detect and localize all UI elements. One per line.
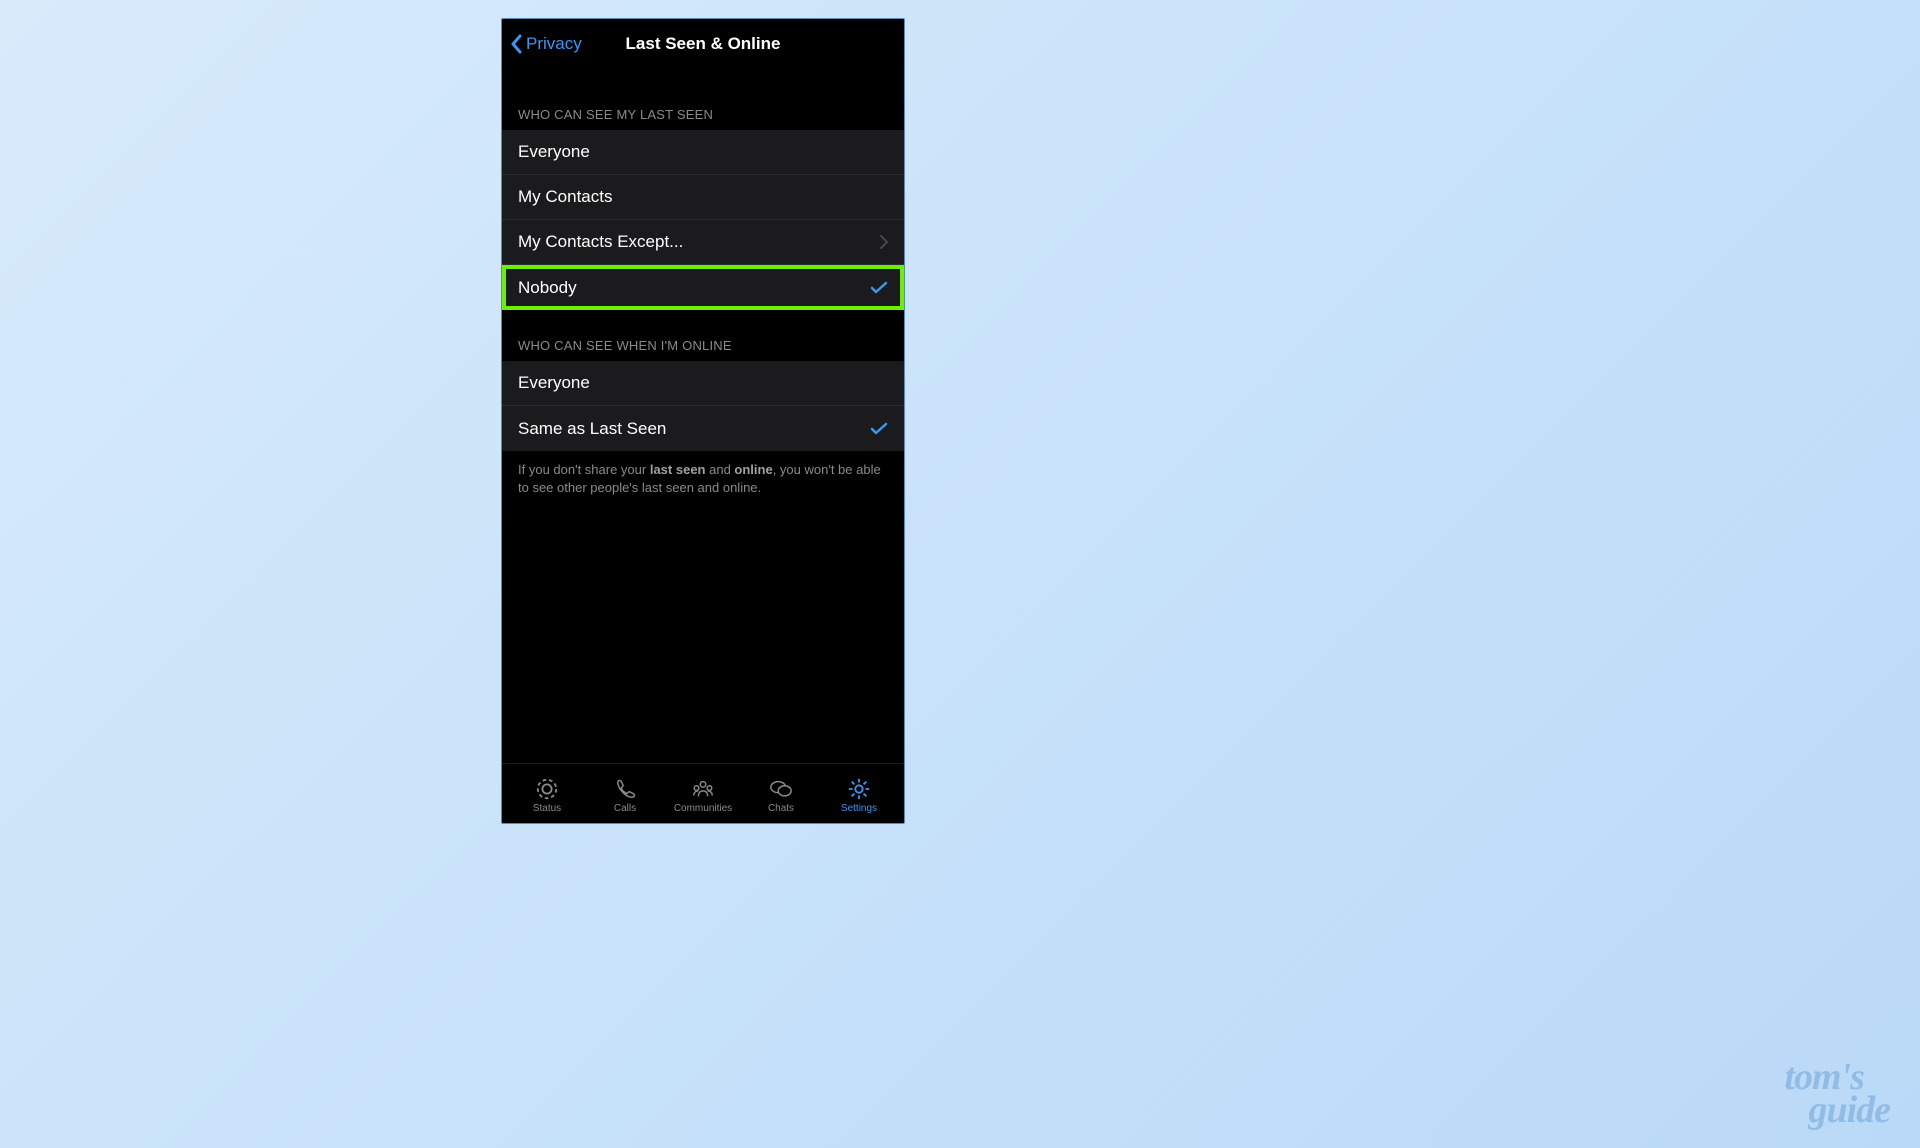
tab-label: Calls: [614, 803, 636, 814]
online-options: Everyone Same as Last Seen: [502, 361, 904, 451]
tab-label: Settings: [841, 803, 877, 814]
option-my-contacts-except[interactable]: My Contacts Except...: [502, 220, 904, 265]
tab-status[interactable]: Status: [508, 777, 586, 814]
settings-content: WHO CAN SEE MY LAST SEEN Everyone My Con…: [502, 69, 904, 763]
communities-icon: [690, 777, 716, 801]
option-label: Nobody: [518, 278, 577, 298]
tab-bar: Status Calls Communities Chats: [502, 763, 904, 823]
option-nobody[interactable]: Nobody: [502, 265, 904, 310]
watermark-logo: tom's guide: [1784, 1061, 1890, 1126]
chevron-left-icon: [510, 34, 522, 54]
tab-label: Communities: [674, 803, 732, 814]
status-icon: [534, 777, 560, 801]
option-online-everyone[interactable]: Everyone: [502, 361, 904, 406]
phone-screen: Privacy Last Seen & Online WHO CAN SEE M…: [501, 18, 905, 824]
option-label: Same as Last Seen: [518, 419, 666, 439]
back-button[interactable]: Privacy: [510, 34, 582, 54]
chevron-right-icon: [880, 235, 888, 249]
tab-label: Status: [533, 803, 561, 814]
tab-label: Chats: [768, 803, 794, 814]
privacy-footer-note: If you don't share your last seen and on…: [502, 451, 904, 507]
settings-icon: [846, 777, 872, 801]
option-label: Everyone: [518, 373, 590, 393]
checkmark-icon: [870, 422, 888, 436]
option-label: My Contacts: [518, 187, 612, 207]
tab-communities[interactable]: Communities: [664, 777, 742, 814]
calls-icon: [612, 777, 638, 801]
section-header-online: WHO CAN SEE WHEN I'M ONLINE: [502, 310, 904, 361]
nav-header: Privacy Last Seen & Online: [502, 19, 904, 69]
option-label: Everyone: [518, 142, 590, 162]
checkmark-icon: [870, 281, 888, 295]
tab-settings[interactable]: Settings: [820, 777, 898, 814]
back-label: Privacy: [526, 34, 582, 54]
option-everyone[interactable]: Everyone: [502, 130, 904, 175]
last-seen-options: Everyone My Contacts My Contacts Except.…: [502, 130, 904, 310]
tab-calls[interactable]: Calls: [586, 777, 664, 814]
page-title: Last Seen & Online: [626, 34, 781, 54]
section-header-last-seen: WHO CAN SEE MY LAST SEEN: [502, 69, 904, 130]
chats-icon: [768, 777, 794, 801]
option-my-contacts[interactable]: My Contacts: [502, 175, 904, 220]
tab-chats[interactable]: Chats: [742, 777, 820, 814]
option-same-as-last-seen[interactable]: Same as Last Seen: [502, 406, 904, 451]
option-label: My Contacts Except...: [518, 232, 683, 252]
